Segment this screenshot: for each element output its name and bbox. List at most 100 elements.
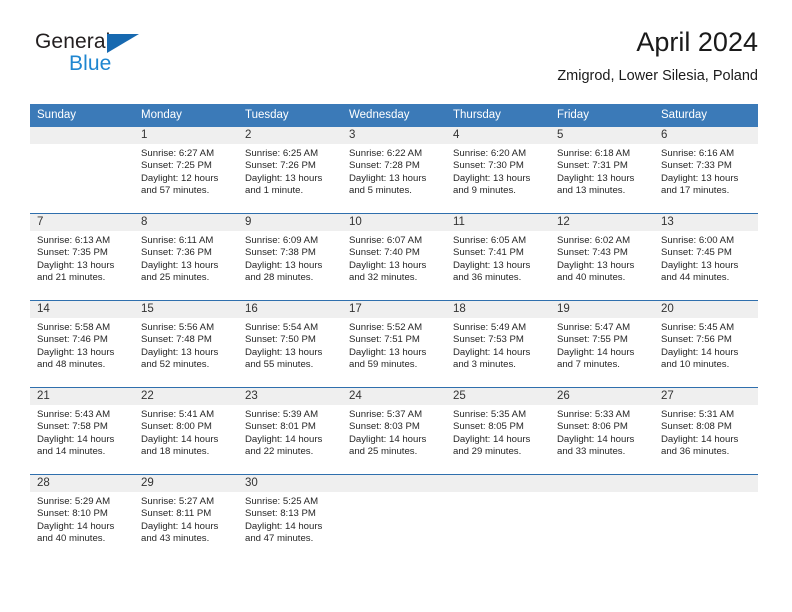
calendar-cell[interactable]: 16 Sunrise: 5:54 AM Sunset: 7:50 PM Dayligh… xyxy=(238,300,342,388)
calendar-cell[interactable]: 14 Sunrise: 5:58 AM Sunset: 7:46 PM Dayligh… xyxy=(30,300,134,388)
day-sunrise-text: Sunrise: 5:27 AM xyxy=(141,496,215,507)
day-daylight1-text: Daylight: 14 hours xyxy=(141,433,219,445)
day-sunrise-text: Sunrise: 5:45 AM xyxy=(661,322,735,333)
day-sunrise-text: Sunrise: 5:39 AM xyxy=(245,409,319,420)
day-number: 29 xyxy=(134,475,238,492)
calendar-cell[interactable]: 28 Sunrise: 5:29 AM Sunset: 8:10 PM Dayligh… xyxy=(30,474,134,561)
day-details: Sunrise: 6:22 AM Sunset: 7:28 PM Daylight:… xyxy=(342,144,446,198)
calendar-week-row: 21 Sunrise: 5:43 AM Sunset: 7:58 PM Dayligh… xyxy=(30,387,758,475)
calendar-cell[interactable]: 22 Sunrise: 5:41 AM Sunset: 8:00 PM Dayligh… xyxy=(134,387,238,475)
day-daylight1-text: Daylight: 14 hours xyxy=(37,433,115,445)
day-number: 8 xyxy=(134,214,238,231)
calendar-cell[interactable]: 26 Sunrise: 5:33 AM Sunset: 8:06 PM Dayligh… xyxy=(550,387,654,475)
day-daylight2-text: and 18 minutes. xyxy=(141,446,210,458)
calendar-cell[interactable]: 21 Sunrise: 5:43 AM Sunset: 7:58 PM Dayligh… xyxy=(30,387,134,475)
day-cell xyxy=(446,475,550,561)
day-sunrise-text: Sunrise: 6:11 AM xyxy=(141,235,214,246)
day-daylight1-text: Daylight: 14 hours xyxy=(661,433,739,445)
day-sunset-text: Sunset: 8:08 PM xyxy=(661,421,732,433)
calendar-cell[interactable]: 25 Sunrise: 5:35 AM Sunset: 8:05 PM Dayligh… xyxy=(446,387,550,475)
column-header-friday: Friday xyxy=(550,104,654,127)
calendar-cell[interactable]: 27 Sunrise: 5:31 AM Sunset: 8:08 PM Dayligh… xyxy=(654,387,758,475)
day-details: Sunrise: 5:35 AM Sunset: 8:05 PM Daylight:… xyxy=(446,405,550,459)
calendar-cell[interactable] xyxy=(446,474,550,561)
calendar-cell[interactable]: 23 Sunrise: 5:39 AM Sunset: 8:01 PM Dayligh… xyxy=(238,387,342,475)
calendar-cell[interactable]: 20 Sunrise: 5:45 AM Sunset: 7:56 PM Dayligh… xyxy=(654,300,758,388)
calendar-cell[interactable]: 29 Sunrise: 5:27 AM Sunset: 8:11 PM Dayligh… xyxy=(134,474,238,561)
calendar-cell[interactable]: 10 Sunrise: 6:07 AM Sunset: 7:40 PM Dayligh… xyxy=(342,213,446,301)
day-sunset-text: Sunset: 7:36 PM xyxy=(141,247,212,259)
day-daylight2-text: and 28 minutes. xyxy=(245,272,314,284)
calendar-cell[interactable]: 11 Sunrise: 6:05 AM Sunset: 7:41 PM Dayligh… xyxy=(446,213,550,301)
day-sunrise-text: Sunrise: 5:37 AM xyxy=(349,409,423,420)
day-sunrise-text: Sunrise: 6:16 AM xyxy=(661,148,735,159)
calendar-cell[interactable]: 6 Sunrise: 6:16 AM Sunset: 7:33 PM Daylight… xyxy=(654,127,758,214)
day-number: 10 xyxy=(342,214,446,231)
calendar-cell[interactable]: 19 Sunrise: 5:47 AM Sunset: 7:55 PM Dayligh… xyxy=(550,300,654,388)
day-sunrise-text: Sunrise: 6:22 AM xyxy=(349,148,423,159)
day-number: 1 xyxy=(134,127,238,144)
calendar-cell[interactable]: 5 Sunrise: 6:18 AM Sunset: 7:31 PM Daylight… xyxy=(550,127,654,214)
day-sunrise-text: Sunrise: 6:25 AM xyxy=(245,148,319,159)
day-daylight2-text: and 48 minutes. xyxy=(37,359,106,371)
day-sunrise-text: Sunrise: 6:07 AM xyxy=(349,235,423,246)
calendar-cell[interactable]: 4 Sunrise: 6:20 AM Sunset: 7:30 PM Daylight… xyxy=(446,127,550,214)
calendar-cell[interactable]: 17 Sunrise: 5:52 AM Sunset: 7:51 PM Dayligh… xyxy=(342,300,446,388)
calendar-cell[interactable] xyxy=(550,474,654,561)
day-number: 11 xyxy=(446,214,550,231)
calendar-cell[interactable]: 1 Sunrise: 6:27 AM Sunset: 7:25 PM Daylight… xyxy=(134,127,238,214)
day-daylight2-text: and 10 minutes. xyxy=(661,359,730,371)
day-number: 7 xyxy=(30,214,134,231)
day-number: 6 xyxy=(654,127,758,144)
calendar-cell[interactable] xyxy=(342,474,446,561)
calendar-cell[interactable]: 12 Sunrise: 6:02 AM Sunset: 7:43 PM Dayligh… xyxy=(550,213,654,301)
calendar-cell[interactable]: 3 Sunrise: 6:22 AM Sunset: 7:28 PM Daylight… xyxy=(342,127,446,214)
day-daylight2-text: and 40 minutes. xyxy=(37,533,106,545)
day-daylight2-text: and 7 minutes. xyxy=(557,359,620,371)
day-daylight2-text: and 13 minutes. xyxy=(557,185,626,197)
day-details: Sunrise: 6:00 AM Sunset: 7:45 PM Daylight:… xyxy=(654,231,758,285)
calendar-cell[interactable]: 2 Sunrise: 6:25 AM Sunset: 7:26 PM Daylight… xyxy=(238,127,342,214)
day-sunset-text: Sunset: 7:40 PM xyxy=(349,247,420,259)
brand-logo[interactable]: General Blue xyxy=(35,30,215,84)
day-sunrise-text: Sunrise: 6:27 AM xyxy=(141,148,215,159)
day-number: 30 xyxy=(238,475,342,492)
day-sunrise-text: Sunrise: 5:41 AM xyxy=(141,409,215,420)
calendar-cell[interactable] xyxy=(30,127,134,214)
day-sunset-text: Sunset: 7:35 PM xyxy=(37,247,108,259)
calendar-week-row: 28 Sunrise: 5:29 AM Sunset: 8:10 PM Dayligh… xyxy=(30,474,758,561)
calendar-week-row: 7 Sunrise: 6:13 AM Sunset: 7:35 PM Daylight… xyxy=(30,213,758,301)
day-details: Sunrise: 5:56 AM Sunset: 7:48 PM Daylight:… xyxy=(134,318,238,372)
calendar-cell[interactable]: 30 Sunrise: 5:25 AM Sunset: 8:13 PM Dayligh… xyxy=(238,474,342,561)
day-cell: 22 Sunrise: 5:41 AM Sunset: 8:00 PM Dayligh… xyxy=(134,388,238,474)
calendar-cell[interactable]: 18 Sunrise: 5:49 AM Sunset: 7:53 PM Dayligh… xyxy=(446,300,550,388)
day-daylight1-text: Daylight: 14 hours xyxy=(349,433,427,445)
day-details: Sunrise: 5:37 AM Sunset: 8:03 PM Daylight:… xyxy=(342,405,446,459)
day-details: Sunrise: 5:31 AM Sunset: 8:08 PM Daylight:… xyxy=(654,405,758,459)
day-daylight1-text: Daylight: 14 hours xyxy=(661,346,739,358)
day-sunrise-text: Sunrise: 5:31 AM xyxy=(661,409,735,420)
calendar-cell[interactable]: 24 Sunrise: 5:37 AM Sunset: 8:03 PM Dayligh… xyxy=(342,387,446,475)
day-daylight1-text: Daylight: 12 hours xyxy=(141,172,219,184)
calendar-cell[interactable]: 9 Sunrise: 6:09 AM Sunset: 7:38 PM Daylight… xyxy=(238,213,342,301)
day-sunrise-text: Sunrise: 5:58 AM xyxy=(37,322,111,333)
day-cell: 2 Sunrise: 6:25 AM Sunset: 7:26 PM Daylight… xyxy=(238,127,342,213)
column-header-wednesday: Wednesday xyxy=(342,104,446,127)
day-sunset-text: Sunset: 7:45 PM xyxy=(661,247,732,259)
day-details: Sunrise: 6:13 AM Sunset: 7:35 PM Daylight:… xyxy=(30,231,134,285)
day-cell: 12 Sunrise: 6:02 AM Sunset: 7:43 PM Dayligh… xyxy=(550,214,654,300)
calendar-cell[interactable] xyxy=(654,474,758,561)
day-details: Sunrise: 5:45 AM Sunset: 7:56 PM Daylight:… xyxy=(654,318,758,372)
calendar-cell[interactable]: 15 Sunrise: 5:56 AM Sunset: 7:48 PM Dayligh… xyxy=(134,300,238,388)
day-sunset-text: Sunset: 7:33 PM xyxy=(661,160,732,172)
calendar-cell[interactable]: 8 Sunrise: 6:11 AM Sunset: 7:36 PM Daylight… xyxy=(134,213,238,301)
day-cell: 11 Sunrise: 6:05 AM Sunset: 7:41 PM Dayligh… xyxy=(446,214,550,300)
day-sunset-text: Sunset: 7:31 PM xyxy=(557,160,628,172)
day-cell: 10 Sunrise: 6:07 AM Sunset: 7:40 PM Dayligh… xyxy=(342,214,446,300)
calendar-cell[interactable]: 13 Sunrise: 6:00 AM Sunset: 7:45 PM Dayligh… xyxy=(654,213,758,301)
day-cell: 26 Sunrise: 5:33 AM Sunset: 8:06 PM Dayligh… xyxy=(550,388,654,474)
calendar-cell[interactable]: 7 Sunrise: 6:13 AM Sunset: 7:35 PM Daylight… xyxy=(30,213,134,301)
day-details: Sunrise: 6:09 AM Sunset: 7:38 PM Daylight:… xyxy=(238,231,342,285)
day-daylight2-text: and 47 minutes. xyxy=(245,533,314,545)
day-daylight1-text: Daylight: 14 hours xyxy=(245,433,323,445)
